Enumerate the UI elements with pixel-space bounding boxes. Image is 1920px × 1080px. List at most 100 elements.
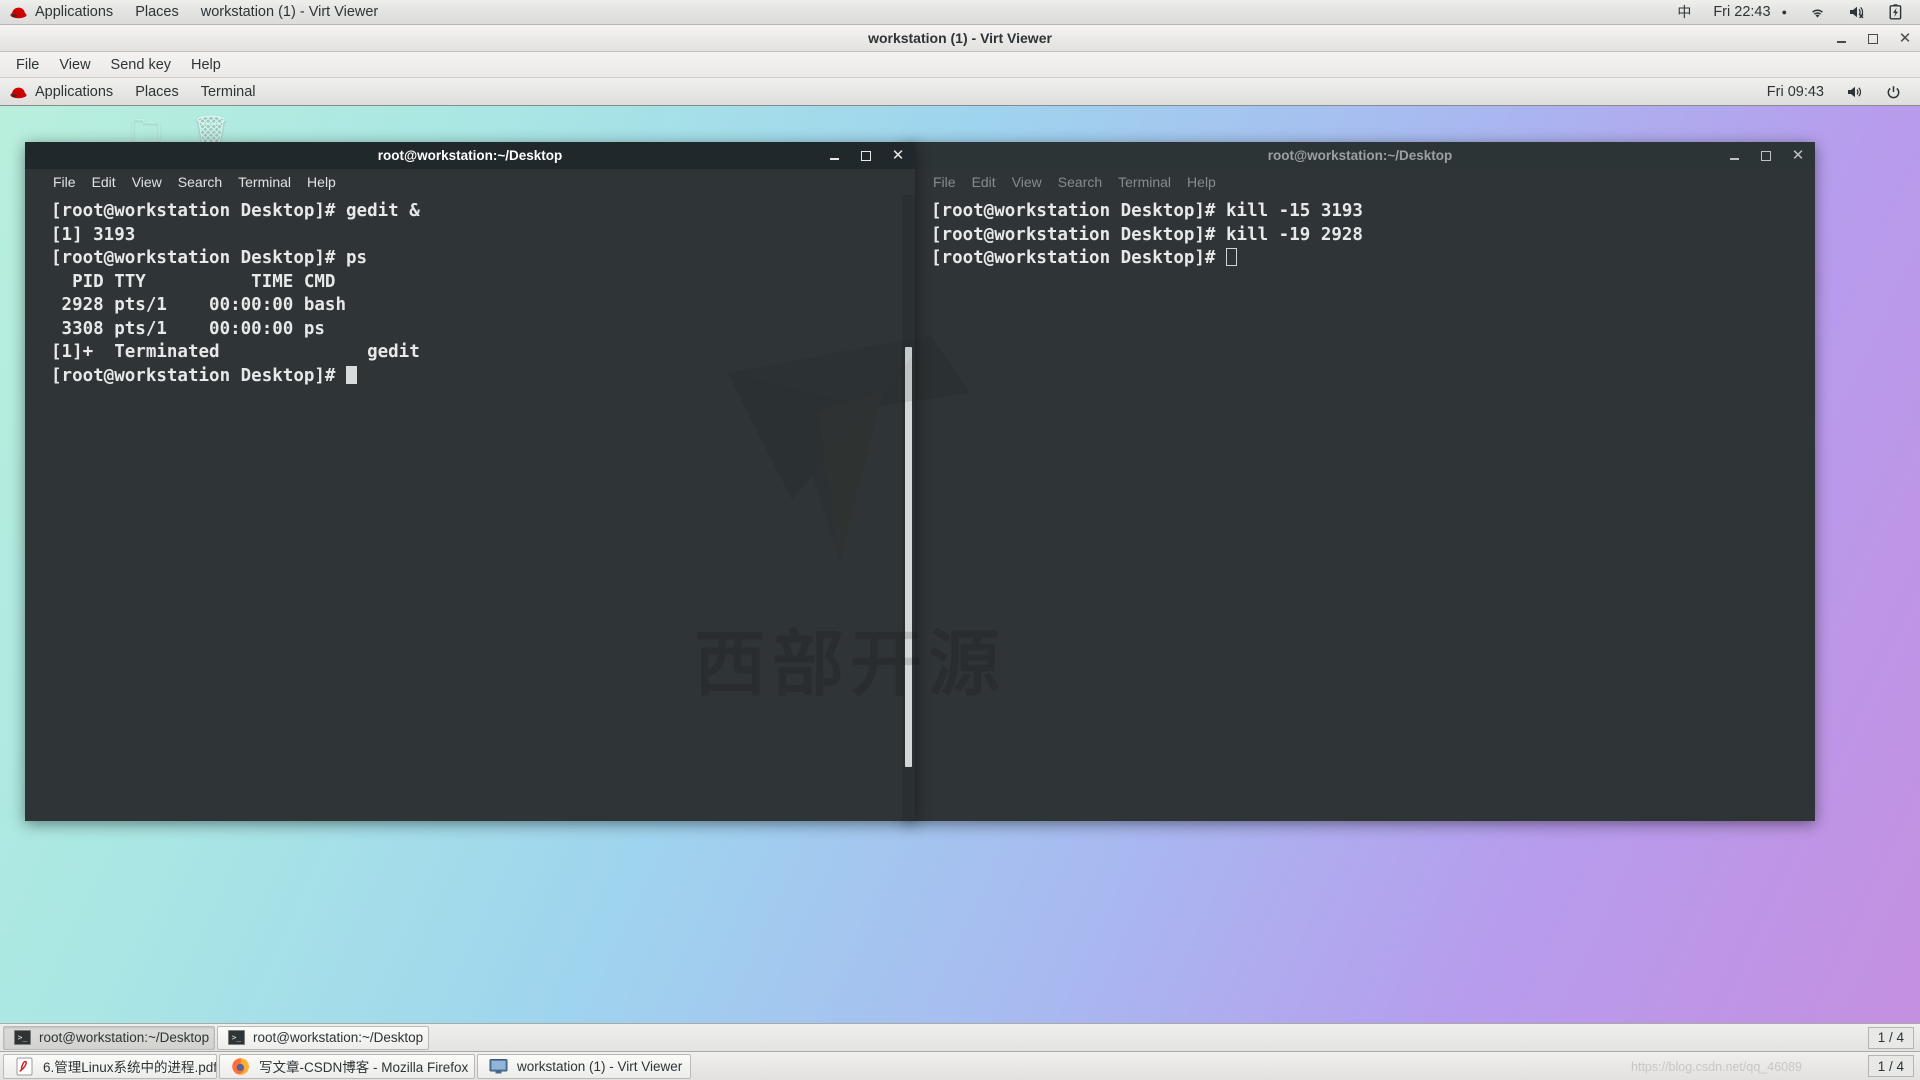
terminal-right-menu-search[interactable]: Search [1050, 174, 1110, 190]
monitor-icon [489, 1057, 508, 1076]
terminal-right-menu-file[interactable]: File [925, 174, 964, 190]
host-window-menu-label: workstation (1) - Virt Viewer [200, 4, 379, 20]
terminal-right-menu-edit[interactable]: Edit [964, 174, 1004, 190]
terminal-left-line-5: 2928 pts/1 00:00:00 bash [51, 295, 347, 315]
virt-viewer-titlebar[interactable]: workstation (1) - Virt Viewer ✕ [0, 25, 1920, 52]
terminal-window-right[interactable]: root@workstation:~/Desktop ✕ File Edit V… [905, 142, 1815, 821]
host-task-virt-viewer[interactable]: workstation (1) - Virt Viewer [477, 1053, 691, 1079]
guest-places-menu[interactable]: Places [124, 80, 190, 105]
virt-menu-view[interactable]: View [49, 52, 100, 78]
terminal-left-window-controls: ✕ [825, 142, 907, 169]
host-task-virt-label: workstation (1) - Virt Viewer [517, 1058, 683, 1074]
terminal-right-line-2: [root@workstation Desktop]# kill -19 292… [931, 224, 1363, 245]
guest-window-menu-terminal[interactable]: Terminal [190, 80, 267, 105]
guest-task-2-label: root@workstation:~/Desktop [253, 1030, 424, 1045]
host-task-firefox[interactable]: 写文章-CSDN博客 - Mozilla Firefox [219, 1053, 475, 1079]
virt-viewer-menubar: File View Send key Help [0, 52, 1920, 78]
terminal-right-menubar: File Edit View Search Terminal Help [905, 169, 1815, 195]
host-window-menu-virt-viewer[interactable]: workstation (1) - Virt Viewer [190, 0, 390, 25]
host-applications-label: Applications [35, 4, 114, 20]
guest-top-panel: Applications Places Terminal Fri 09:43 [0, 79, 1920, 106]
guest-places-label: Places [135, 84, 179, 100]
virt-viewer-window-controls: ✕ [1832, 25, 1914, 52]
virt-menu-file[interactable]: File [6, 52, 49, 78]
virt-close-button[interactable]: ✕ [1896, 30, 1914, 48]
terminal-right-menu-terminal[interactable]: Terminal [1110, 174, 1179, 190]
virt-menu-help[interactable]: Help [181, 52, 231, 78]
terminal-left-minimize-button[interactable] [825, 147, 843, 165]
guest-panel-status-area: Fri 09:43 [1758, 79, 1920, 106]
terminal-left-line-6: 3308 pts/1 00:00:00 ps [51, 318, 325, 339]
guest-task-terminal-1[interactable]: >_ root@workstation:~/Desktop [3, 1025, 215, 1050]
terminal-left-scrollbar[interactable] [902, 195, 915, 821]
terminal-window-left[interactable]: root@workstation:~/Desktop ✕ File Edit V… [25, 142, 915, 821]
terminal-left-output[interactable]: [root@workstation Desktop]# gedit & [1] … [25, 195, 915, 821]
input-method-label: 中 [1677, 4, 1692, 20]
guest-clock-label: Fri 09:43 [1766, 84, 1824, 100]
terminal-left-line-4: PID TTY TIME CMD [51, 271, 336, 292]
host-taskbar: 6.管理Linux系统中的进程.pdf 写文章-CSDN博客 - Mozilla… [0, 1051, 1920, 1080]
terminal-right-titlebar[interactable]: root@workstation:~/Desktop ✕ [905, 142, 1815, 169]
terminal-left-menubar: File Edit View Search Terminal Help [25, 169, 915, 195]
firefox-icon [231, 1057, 250, 1076]
terminal-left-line-7: [1]+ Terminated gedit [51, 342, 420, 362]
terminal-icon: >_ [14, 1030, 31, 1045]
terminal-right-output[interactable]: [root@workstation Desktop]# kill -15 319… [905, 195, 1815, 821]
host-task-firefox-label: 写文章-CSDN博客 - Mozilla Firefox [259, 1060, 469, 1075]
host-task-pdf-label: 6.管理Linux系统中的进程.pdf [43, 1060, 217, 1075]
guest-applications-menu[interactable]: Applications [0, 80, 124, 105]
terminal-right-menu-help[interactable]: Help [1179, 174, 1224, 190]
terminal-left-prompt: [root@workstation Desktop]# [51, 365, 347, 386]
host-places-menu[interactable]: Places [124, 0, 190, 25]
terminal-left-line-2: [1] 3193 [51, 224, 136, 245]
guest-clock[interactable]: Fri 09:43 [1758, 80, 1833, 105]
terminal-left-menu-view[interactable]: View [124, 174, 170, 190]
input-method-indicator[interactable]: 中 [1667, 0, 1701, 25]
battery-charging-icon[interactable] [1879, 0, 1912, 25]
guest-workspace-switcher[interactable]: 1 / 4 [1867, 1026, 1914, 1049]
host-places-label: Places [135, 4, 179, 20]
terminal-right-line-1: [root@workstation Desktop]# kill -15 319… [931, 201, 1363, 221]
terminal-right-title: root@workstation:~/Desktop [1267, 148, 1453, 163]
terminal-right-menu-view[interactable]: View [1004, 174, 1050, 190]
terminal-left-menu-edit[interactable]: Edit [84, 174, 124, 190]
terminal-left-menu-search[interactable]: Search [170, 174, 230, 190]
redhat-logo-icon [9, 6, 28, 19]
virt-menu-send-key[interactable]: Send key [101, 52, 181, 78]
terminal-left-title: root@workstation:~/Desktop [377, 148, 563, 163]
terminal-left-titlebar[interactable]: root@workstation:~/Desktop ✕ [25, 142, 915, 169]
power-icon[interactable] [1877, 80, 1910, 105]
guest-task-1-label: root@workstation:~/Desktop [39, 1030, 210, 1045]
host-workspace-switcher[interactable]: 1 / 4 [1867, 1055, 1914, 1077]
volume-muted-icon[interactable] [1838, 0, 1877, 25]
virt-minimize-button[interactable] [1832, 30, 1850, 48]
guest-screen: Applications Places Terminal Fri 09:43 🗀… [0, 79, 1920, 1051]
terminal-right-maximize-button[interactable] [1757, 147, 1775, 165]
terminal-left-menu-file[interactable]: File [45, 174, 84, 190]
terminal-right-prompt: [root@workstation Desktop]# [931, 248, 1227, 268]
guest-window-menu-label: Terminal [200, 84, 256, 100]
virt-maximize-button[interactable] [1864, 30, 1882, 48]
virt-viewer-window: workstation (1) - Virt Viewer ✕ File Vie… [0, 25, 1920, 1051]
guest-task-terminal-2[interactable]: >_ root@workstation:~/Desktop [217, 1025, 429, 1050]
host-applications-menu[interactable]: Applications [0, 0, 124, 25]
host-clock-label: Fri 22:43 [1713, 4, 1771, 20]
terminal-left-line-1: [root@workstation Desktop]# gedit & [51, 201, 420, 221]
volume-icon[interactable] [1837, 80, 1873, 105]
host-clock[interactable]: Fri 22:43 ● [1703, 0, 1797, 25]
host-task-pdf[interactable]: 6.管理Linux系统中的进程.pdf [3, 1053, 217, 1079]
terminal-left-menu-terminal[interactable]: Terminal [230, 174, 299, 190]
terminal-left-close-button[interactable]: ✕ [889, 147, 907, 165]
guest-applications-label: Applications [35, 84, 114, 100]
terminal-left-menu-help[interactable]: Help [299, 174, 344, 190]
terminal-right-window-controls: ✕ [1725, 142, 1807, 169]
terminal-right-minimize-button[interactable] [1725, 147, 1743, 165]
wifi-icon[interactable] [1799, 0, 1836, 25]
terminal-right-cursor [1226, 248, 1238, 266]
terminal-right-close-button[interactable]: ✕ [1789, 147, 1807, 165]
terminal-left-maximize-button[interactable] [857, 147, 875, 165]
pdf-icon [15, 1057, 34, 1076]
notification-dot-icon: ● [1781, 7, 1787, 17]
terminal-left-scrollbar-thumb[interactable] [905, 347, 912, 767]
redhat-logo-icon [9, 86, 28, 99]
